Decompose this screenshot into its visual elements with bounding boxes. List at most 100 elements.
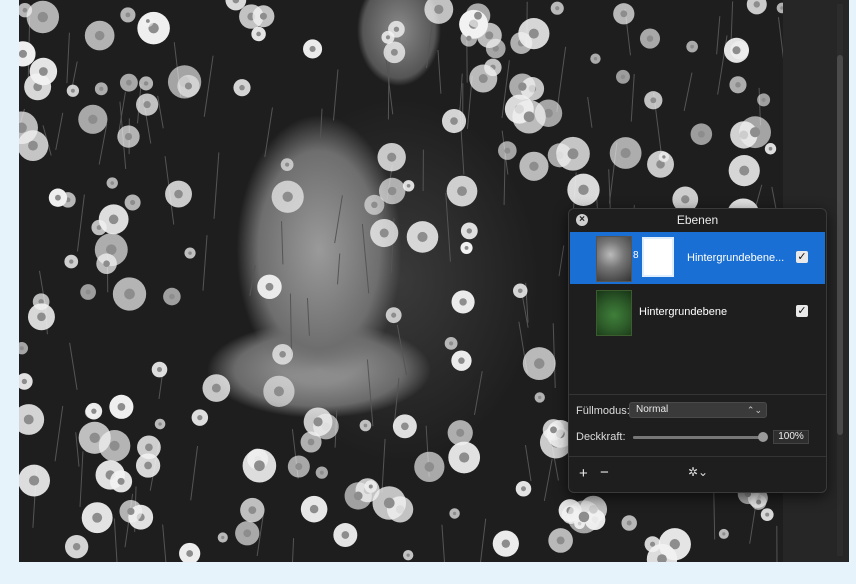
- blend-mode-select[interactable]: Normal ⌃⌄: [629, 402, 767, 418]
- daisy-flower: [257, 274, 282, 300]
- grass-stem: [76, 194, 85, 252]
- daisy-flower: [548, 528, 573, 553]
- daisy-flower: [616, 69, 630, 84]
- daisy-flower: [760, 508, 774, 522]
- grass-stem: [445, 192, 451, 262]
- grass-stem: [249, 265, 256, 296]
- daisy-flower: [124, 194, 141, 211]
- opacity-label: Deckkraft:: [576, 431, 626, 443]
- daisy-flower: [19, 373, 33, 390]
- daisy-flower: [252, 5, 275, 28]
- daisy-flower: [287, 455, 310, 478]
- opacity-value-field[interactable]: 100%: [773, 430, 809, 444]
- daisy-flower: [137, 11, 170, 45]
- grass-stem: [441, 524, 445, 562]
- grass-stem: [337, 253, 341, 285]
- daisy-flower: [644, 536, 661, 553]
- chain-link-icon[interactable]: 8: [633, 250, 639, 261]
- daisy-flower: [381, 30, 395, 44]
- daisy-flower: [333, 523, 358, 547]
- daisy-flower: [567, 500, 601, 534]
- daisy-flower: [64, 535, 89, 559]
- grass-stem: [281, 221, 284, 265]
- daisy-flower: [80, 284, 96, 300]
- daisy-flower: [446, 175, 478, 207]
- daisy-flower: [202, 374, 231, 402]
- daisy-flower: [613, 3, 635, 25]
- grass-stem: [190, 446, 199, 501]
- daisy-flower: [460, 241, 473, 254]
- grass-stem: [306, 297, 310, 336]
- blend-mode-value: Normal: [636, 404, 669, 415]
- layer-visibility-checkbox[interactable]: ✓: [796, 251, 808, 263]
- daisy-flower: [19, 130, 49, 162]
- grass-stem: [289, 293, 293, 356]
- daisy-flower: [728, 155, 760, 187]
- grass-stem: [473, 370, 483, 416]
- daisy-flower: [78, 104, 108, 134]
- daisy-flower: [372, 486, 407, 520]
- grass-stem: [213, 152, 220, 219]
- layer-row-selected[interactable]: 8 Hintergrundebene... ✓: [570, 232, 825, 284]
- panel-title: Ebenen: [676, 213, 719, 227]
- close-icon[interactable]: ×: [576, 214, 588, 226]
- daisy-flower: [81, 502, 113, 534]
- grass-stem: [587, 97, 593, 128]
- divider: [569, 394, 826, 395]
- daisy-flower: [729, 76, 747, 94]
- daisy-flower: [534, 392, 545, 403]
- daisy-flower: [513, 283, 528, 299]
- grass-stem: [366, 359, 374, 427]
- layer-mask-thumbnail[interactable]: [642, 237, 674, 277]
- daisy-flower: [498, 141, 517, 160]
- daisy-flower: [29, 57, 58, 86]
- daisy-flower: [280, 158, 294, 172]
- daisy-flower: [165, 180, 192, 208]
- daisy-flower: [441, 109, 467, 134]
- daisy-flower: [542, 419, 565, 441]
- daisy-flower: [757, 93, 771, 107]
- opacity-slider-knob[interactable]: [758, 432, 768, 442]
- layers-panel: × Ebenen 8 Hintergrundebene... ✓ Hinterg…: [568, 208, 827, 493]
- daisy-flower: [364, 480, 378, 493]
- grass-stem: [69, 342, 78, 390]
- daisy-flower: [84, 20, 115, 51]
- remove-layer-button[interactable]: −: [600, 464, 609, 481]
- daisy-flower: [492, 530, 519, 557]
- daisy-flower: [414, 451, 445, 482]
- layer-name: Hintergrundebene...: [687, 252, 785, 264]
- gear-icon[interactable]: ✲⌄: [688, 465, 708, 479]
- daisy-flower: [465, 3, 491, 28]
- daisy-flower: [27, 303, 55, 331]
- daisy-flower: [78, 421, 111, 454]
- daisy-flower: [26, 0, 60, 34]
- daisy-flower: [94, 82, 108, 96]
- daisy-flower: [109, 394, 134, 419]
- daisy-flower: [370, 218, 399, 248]
- daisy-flower: [448, 441, 481, 474]
- scrollbar-thumb[interactable]: [837, 55, 843, 435]
- grass-stem: [292, 538, 295, 562]
- add-layer-button[interactable]: +: [579, 465, 588, 482]
- layer-name: Hintergrundebene: [639, 306, 728, 318]
- daisy-flower: [300, 495, 328, 523]
- daisy-flower: [746, 0, 767, 15]
- grass-stem: [264, 107, 273, 158]
- grass-stem: [713, 488, 716, 540]
- daisy-flower: [217, 532, 228, 543]
- grass-stem: [319, 108, 323, 142]
- layer-row[interactable]: Hintergrundebene ✓: [570, 286, 825, 338]
- opacity-slider[interactable]: [633, 436, 763, 439]
- grass-stem: [437, 49, 442, 94]
- daisy-flower: [98, 204, 129, 235]
- daisy-flower: [120, 7, 136, 23]
- daisy-flower: [135, 453, 161, 478]
- daisy-flower: [96, 253, 117, 274]
- daisy-flower: [272, 343, 293, 365]
- grass-stem: [387, 58, 390, 120]
- grass-stem: [396, 324, 407, 376]
- daisy-flower: [139, 76, 154, 91]
- daisy-flower: [112, 277, 147, 311]
- fill-mode-label: Füllmodus:: [576, 405, 630, 417]
- layer-visibility-checkbox[interactable]: ✓: [796, 305, 808, 317]
